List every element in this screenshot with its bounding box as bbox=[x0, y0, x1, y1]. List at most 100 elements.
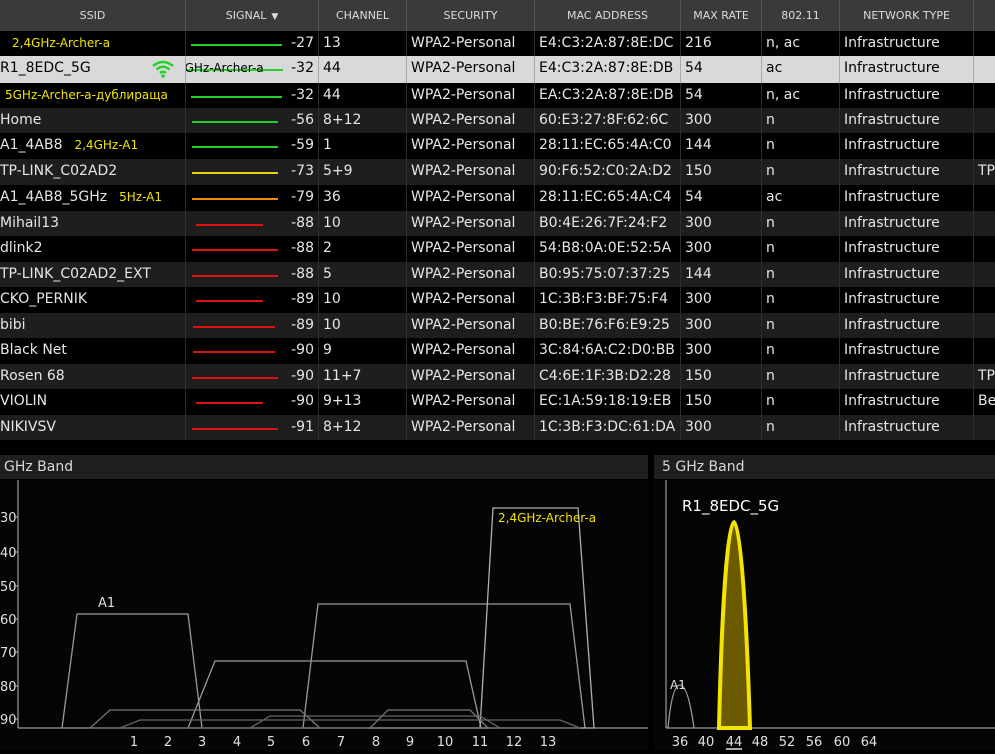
std-cell: n bbox=[762, 133, 840, 159]
ssid-cell: CKO_PERNIK bbox=[0, 287, 186, 313]
x-tick-label: 40 bbox=[698, 735, 715, 750]
mac-cell: 1C:3B:F3:BF:75:F4 bbox=[535, 287, 681, 313]
nettype-cell: Infrastructure bbox=[840, 83, 974, 108]
table-row[interactable]: Mihail13 -88 10 WPA2-Personal B0:4E:26:7F:24… bbox=[0, 211, 995, 236]
band5-plot: 36 40 44 48 52 56 60 64 A1 R1_8EDC_5G bbox=[665, 480, 995, 750]
channel-cell: 10 bbox=[319, 211, 407, 236]
mac-cell: 54:B8:0A:0E:52:5A bbox=[535, 236, 681, 262]
column-header-label: SECURITY bbox=[443, 9, 498, 22]
signal-cell: -90 bbox=[186, 364, 319, 389]
security-cell: WPA2-Personal bbox=[407, 236, 535, 262]
table-row[interactable]: Black Net -90 9 WPA2-Personal 3C:84:6A:C2:D0… bbox=[0, 338, 995, 364]
signal-bar bbox=[191, 96, 283, 98]
column-header-std[interactable]: 802.11 bbox=[762, 0, 840, 31]
band5-chart: 36 40 44 48 52 56 60 64 A1 R1_8EDC_5G bbox=[654, 480, 995, 750]
column-header-mac[interactable]: MAC ADDRESS bbox=[535, 0, 681, 31]
y-tick-label: 30 bbox=[0, 511, 17, 526]
column-header-rate[interactable]: MAX RATE bbox=[681, 0, 762, 31]
ssid-text: bibi bbox=[0, 317, 26, 333]
y-tick-label: 50 bbox=[0, 580, 17, 595]
rate-cell: 54 bbox=[681, 185, 762, 211]
x-tick-label: 7 bbox=[337, 735, 345, 750]
rate-cell: 300 bbox=[681, 287, 762, 313]
signal-bar bbox=[192, 275, 279, 277]
column-header-extra[interactable] bbox=[974, 0, 995, 31]
channel-cell: 1 bbox=[319, 133, 407, 159]
rate-cell: 300 bbox=[681, 236, 762, 262]
nettype-cell: Infrastructure bbox=[840, 56, 974, 83]
table-row[interactable]: R1_8EDC_5G 5GHz-Archer-a -32 44WPA2-Persona… bbox=[0, 56, 995, 83]
nettype-cell: Infrastructure bbox=[840, 185, 974, 211]
ssid-text: NIKIVSV bbox=[0, 419, 56, 435]
nettype-cell: Infrastructure bbox=[840, 287, 974, 313]
channel-cell: 44 bbox=[319, 83, 407, 108]
signal-value: -88 bbox=[291, 240, 314, 256]
mac-cell: 1C:3B:F3:DC:61:DA bbox=[535, 415, 681, 440]
signal-cell: -59 bbox=[186, 133, 319, 159]
ssid-note: 5GHz-Archer-a bbox=[186, 61, 264, 75]
signal-bar bbox=[191, 44, 283, 46]
table-row[interactable]: bibi -89 10 WPA2-Personal B0:BE:76:F6:E9:25 3… bbox=[0, 313, 995, 338]
signal-cell: -79 bbox=[186, 185, 319, 211]
signal-bar bbox=[192, 146, 279, 148]
signal-value: -88 bbox=[291, 215, 314, 231]
ssid-cell: Mihail13 bbox=[0, 211, 186, 236]
column-header-nettype[interactable]: NETWORK TYPE bbox=[840, 0, 974, 31]
y-tick-label: 60 bbox=[0, 613, 17, 628]
ssid-cell: Rosen 68 bbox=[0, 364, 186, 389]
table-row[interactable]: dlink2 -88 2 WPA2-Personal 54:B8:0A:0E:52:5A… bbox=[0, 236, 995, 262]
extra-cell bbox=[974, 313, 995, 338]
column-header-label: SIGNAL bbox=[225, 9, 267, 22]
channel-cell: 44 bbox=[319, 56, 407, 83]
security-cell: WPA2-Personal bbox=[407, 211, 535, 236]
std-cell: n bbox=[762, 287, 840, 313]
rate-cell: 216 bbox=[681, 31, 762, 56]
table-row[interactable]: Rosen 68 -90 11+7 WPA2-Personal C4:6E:1F:3B:… bbox=[0, 364, 995, 389]
signal-bar bbox=[196, 224, 264, 226]
channel-shape bbox=[88, 709, 322, 729]
std-cell: n bbox=[762, 389, 840, 415]
table-row[interactable]: NIKIVSV -91 8+12 WPA2-Personal 1C:3B:F3:DC:6… bbox=[0, 415, 995, 440]
table-row[interactable]: 5GHz-Archer-a-дублираща -32 44 WPA2-Persona… bbox=[0, 83, 995, 108]
extra-cell bbox=[974, 287, 995, 313]
signal-cell: -90 bbox=[186, 389, 319, 415]
nettype-cell: Infrastructure bbox=[840, 415, 974, 440]
table-row[interactable]: CKO_PERNIK -89 10 WPA2-Personal 1C:3B:F3:BF:… bbox=[0, 287, 995, 313]
channel-cell: 10 bbox=[319, 313, 407, 338]
channel-cell: 36 bbox=[319, 185, 407, 211]
column-header-security[interactable]: SECURITY bbox=[407, 0, 535, 31]
signal-value: -88 bbox=[291, 266, 314, 282]
table-row[interactable]: 2,4GHz-Archer-a -27 13 WPA2-Personal E4:C3:2… bbox=[0, 31, 995, 56]
network-label: A1 bbox=[670, 678, 686, 692]
ssid-text: TP-LINK_C02AD2_EXT bbox=[0, 266, 151, 282]
nettype-cell: Infrastructure bbox=[840, 313, 974, 338]
mac-cell: 60:E3:27:8F:62:6C bbox=[535, 108, 681, 133]
column-header-ssid[interactable]: SSID bbox=[0, 0, 186, 31]
security-cell: WPA2-Personal bbox=[407, 83, 535, 108]
table-row[interactable]: Home -56 8+12 WPA2-Personal 60:E3:27:8F:62:6… bbox=[0, 108, 995, 133]
security-cell: WPA2-Personal bbox=[407, 415, 535, 440]
mac-cell: B0:BE:76:F6:E9:25 bbox=[535, 313, 681, 338]
std-cell: n bbox=[762, 262, 840, 287]
ssid-text: VIOLIN bbox=[0, 393, 48, 409]
signal-bar bbox=[196, 402, 264, 404]
security-cell: WPA2-Personal bbox=[407, 133, 535, 159]
column-header-channel[interactable]: CHANNEL bbox=[319, 0, 407, 31]
x-tick-label: 4 bbox=[233, 735, 241, 750]
table-row[interactable]: A1_4AB8_5GHz 5Hz-A1 -79 36 WPA2-Personal 28:1… bbox=[0, 185, 995, 211]
nettype-cell: Infrastructure bbox=[840, 31, 974, 56]
security-cell: WPA2-Personal bbox=[407, 31, 535, 56]
mac-cell: 3C:84:6A:C2:D0:BB bbox=[535, 338, 681, 364]
table-row[interactable]: TP-LINK_C02AD2 -73 5+9 WPA2-Personal 90:F6:5… bbox=[0, 159, 995, 185]
table-row[interactable]: VIOLIN -90 9+13 WPA2-Personal EC:1A:59:18:19… bbox=[0, 389, 995, 415]
signal-bar bbox=[192, 172, 279, 174]
ssid-cell: bibi bbox=[0, 313, 186, 338]
signal-value: -79 bbox=[291, 189, 314, 205]
table-row[interactable]: TP-LINK_C02AD2_EXT -88 5 WPA2-Personal B0:95… bbox=[0, 262, 995, 287]
table-row[interactable]: A1_4AB8 2,4GHz-A1 -59 1 WPA2-Personal 28:11:E… bbox=[0, 133, 995, 159]
security-cell: WPA2-Personal bbox=[407, 313, 535, 338]
ssid-text: A1_4AB8_5GHz bbox=[0, 189, 108, 205]
ssid-cell: TP-LINK_C02AD2_EXT bbox=[0, 262, 186, 287]
y-tick-label: 70 bbox=[0, 646, 17, 661]
column-header-signal[interactable]: SIGNAL ▼ bbox=[186, 0, 319, 31]
